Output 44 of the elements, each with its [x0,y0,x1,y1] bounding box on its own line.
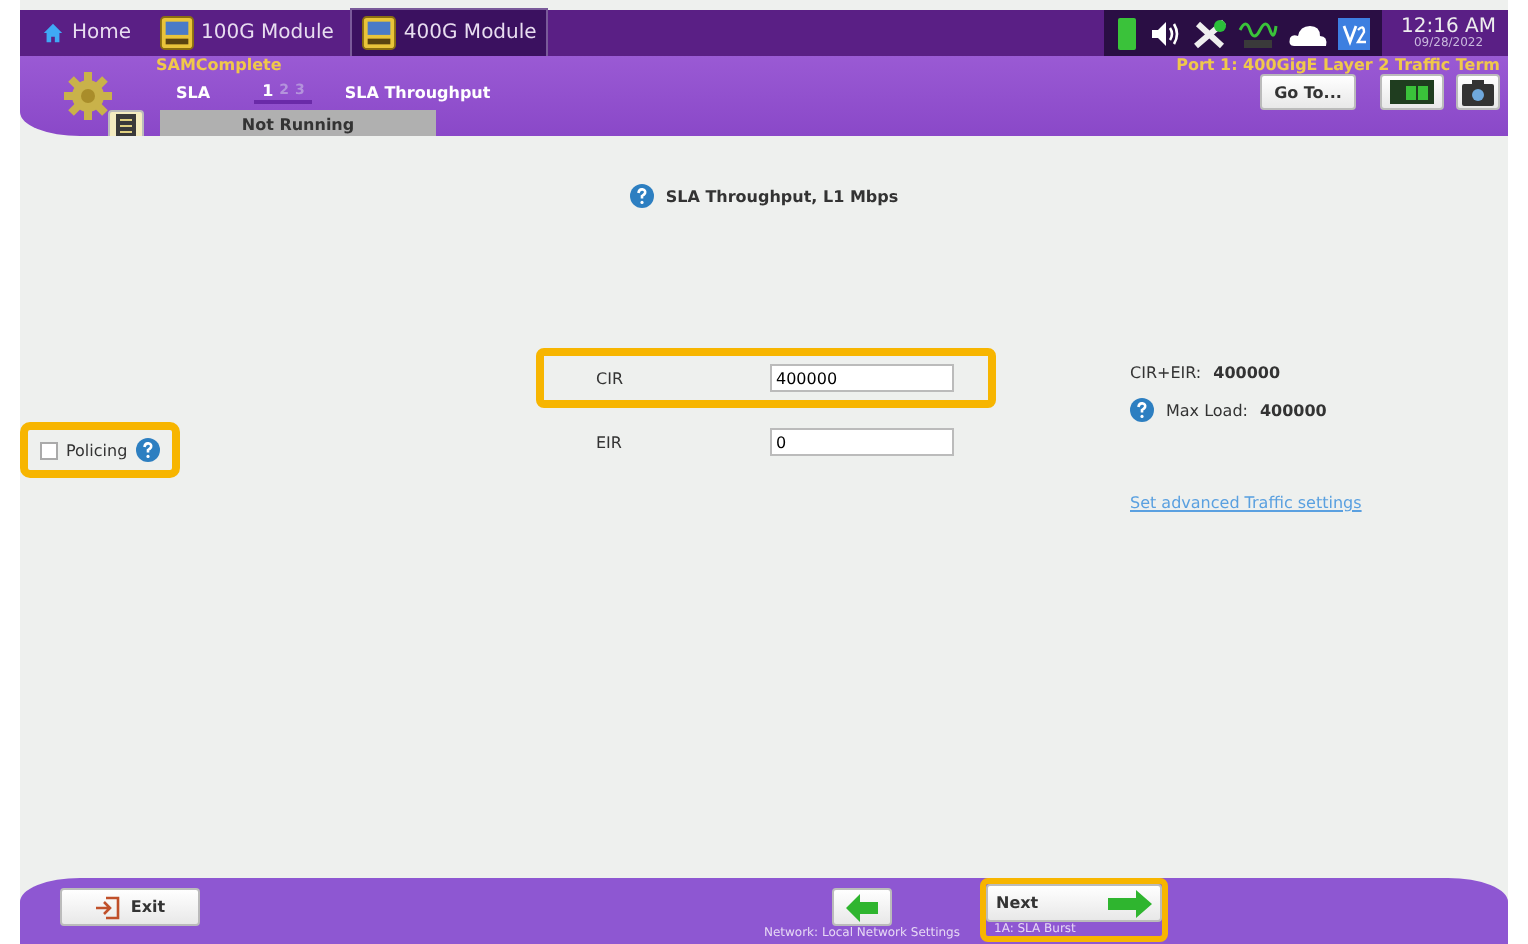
module-icon [1390,80,1434,104]
field-label: EIR [594,433,624,451]
help-icon [629,184,654,208]
module-view-button[interactable] [1380,74,1444,110]
battery-icon [1115,15,1140,51]
step-number[interactable]: 1 [262,81,274,99]
max-load-label: Max Load: [1166,401,1248,419]
checkbox-label: Policing [66,441,128,459]
home-icon [42,22,64,44]
app-title: SAMComplete [156,56,282,74]
satellite-icon [1191,17,1228,49]
sum-value: 400000 [1213,364,1281,382]
v-badge-icon [1337,17,1370,49]
go-to-button[interactable]: Go To... [1260,74,1356,110]
right-arrow-icon [1108,889,1152,917]
input-field[interactable]: 0 [770,428,954,456]
camera-icon [1462,79,1494,105]
clock-time: 12:16 AM [1401,17,1496,37]
module-tab[interactable]: 100G Module [149,10,344,56]
section-label: SLA [176,83,211,101]
field-label: CIR [594,369,626,387]
section-heading: SLA Throughput, L1 Mbps [665,187,899,205]
max-load-value: 400000 [1259,401,1327,419]
camera-button[interactable] [1456,74,1500,110]
module-tab[interactable]: 400G Module [351,10,547,56]
help-icon [135,438,160,462]
left-arrow-icon [845,893,878,921]
port-label: Port 1: 400GigE Layer 2 Traffic Term [1176,56,1500,74]
cloud-icon [1287,21,1328,45]
speaker-icon [1149,19,1182,47]
module-icon [361,16,396,50]
policing-checkbox[interactable] [40,441,58,459]
document-icon [116,113,136,137]
sum-label: CIR+EIR: [1130,364,1202,382]
page-title: SLA Throughput [344,83,491,101]
next-button[interactable]: Next [986,884,1162,922]
help-icon [1130,398,1154,422]
gps-icon [1237,17,1278,49]
module-tab[interactable]: Home [32,10,142,56]
exit-icon [94,895,123,919]
back-button[interactable] [831,888,892,926]
input-field[interactable]: 400000 [770,364,954,392]
exit-button[interactable]: Exit [60,888,200,926]
module-icon [159,16,194,50]
